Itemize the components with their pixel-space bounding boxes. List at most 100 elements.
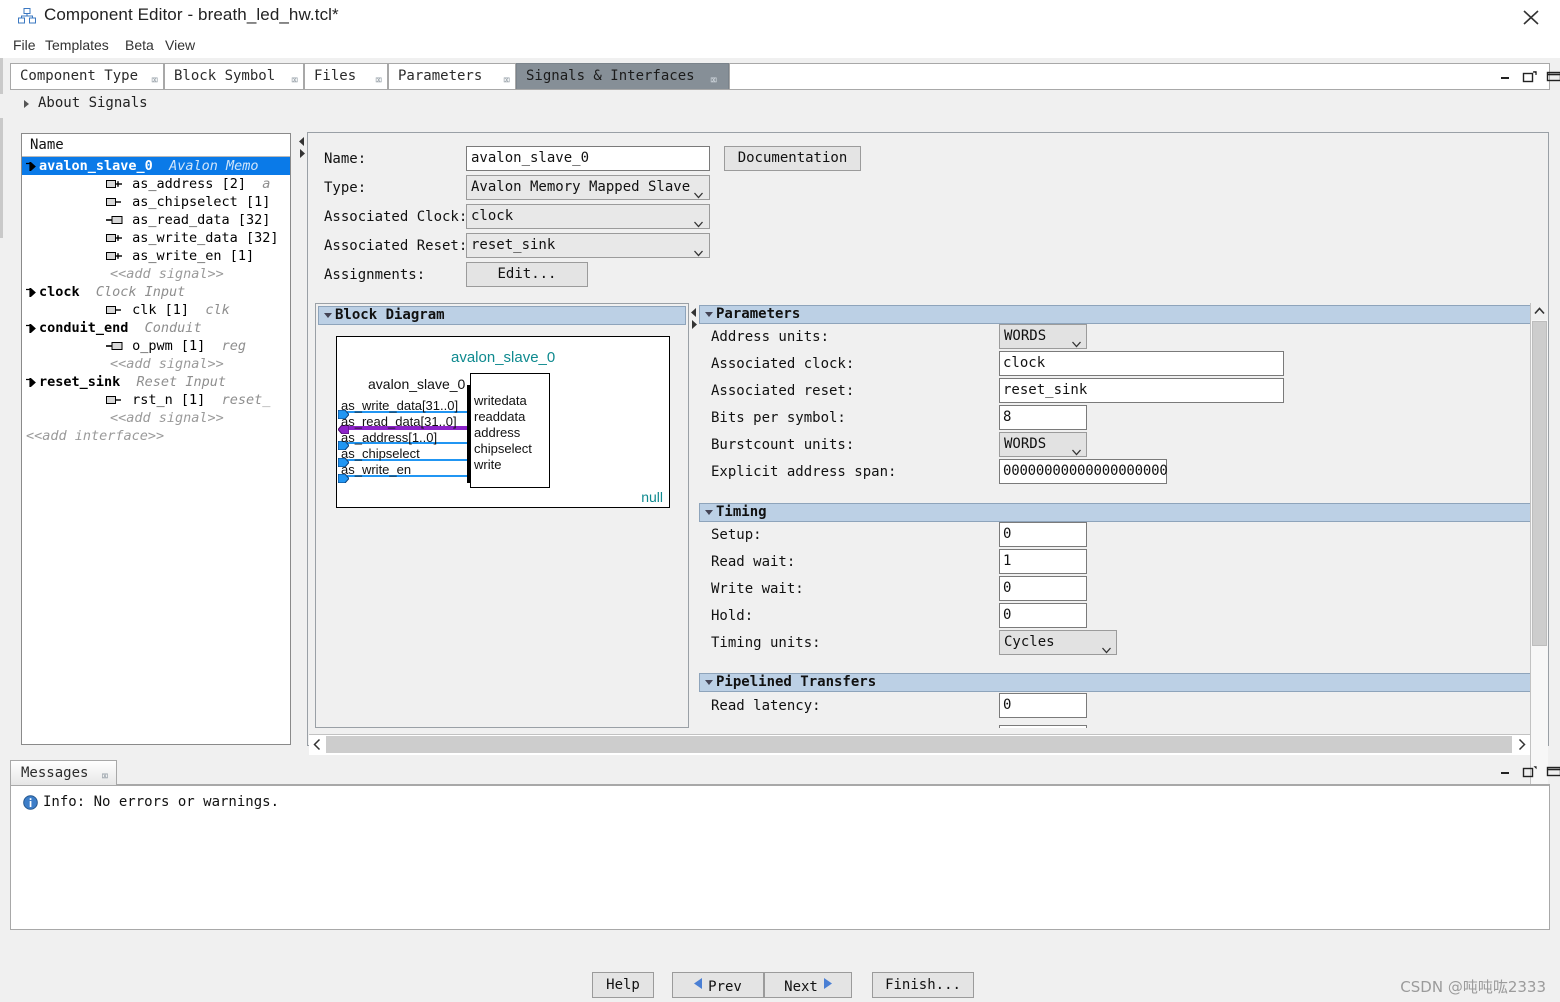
next-button[interactable]: Next [764,972,852,998]
address-units-select[interactable]: WORDS [999,324,1087,349]
tree-item-type: Avalon Memo [169,158,259,174]
pin-label-chipselect: as_chipselect [341,446,420,461]
splitter-arrow-right-icon[interactable] [299,146,305,161]
collapse-arrow-icon[interactable] [26,374,37,389]
close-icon[interactable] [1518,6,1544,28]
parameters-section-header[interactable]: Parameters [699,305,1537,324]
read-latency-input[interactable]: 0 [999,693,1087,718]
tree-item-add-signal[interactable]: <<add signal>> [22,409,290,427]
scroll-thumb[interactable] [1532,321,1547,646]
chevron-down-icon [694,213,703,228]
pin-label-write-en: as_write_en [341,462,412,477]
timing-title: Timing [716,504,767,520]
hold-input[interactable]: 0 [999,603,1087,628]
tab-files[interactable]: Files ⌧ [304,63,388,89]
write-wait-input[interactable]: 0 [999,576,1087,601]
collapse-triangle-icon[interactable] [324,313,332,318]
documentation-button[interactable]: Documentation [724,146,861,171]
timing-units-value: Cycles [1004,634,1055,650]
param-associated-clock-input[interactable]: clock [999,351,1284,376]
tree-item-rst-n[interactable]: rst_n [1] reset_ [22,391,290,409]
vertical-splitter[interactable] [297,132,306,746]
expand-arrow-icon[interactable] [24,100,29,108]
read-wait-input[interactable]: 1 [999,549,1087,574]
menu-file[interactable]: File [8,35,41,55]
explicit-address-span-input[interactable]: 00000000000000000000 [999,459,1168,484]
tree-item-add-signal[interactable]: <<add signal>> [22,355,290,373]
messages-body[interactable]: Info: No errors or warnings. [10,785,1550,930]
next-field-clipped[interactable] [999,725,1087,728]
tree-item-clk[interactable]: clk [1] clk [22,301,290,319]
scroll-up-arrow-icon[interactable] [1531,303,1548,320]
tree-header: Name [22,134,290,157]
tab-block-symbol[interactable]: Block Symbol ⌧ [164,63,304,89]
name-input[interactable]: avalon_slave_0 [466,146,710,171]
collapse-arrow-icon[interactable] [26,320,37,335]
tree-item-width: [2] [221,176,246,192]
minimize-icon[interactable] [1498,764,1514,778]
tab-messages[interactable]: Messages ⌧ [10,760,118,785]
pipelined-section-header[interactable]: Pipelined Transfers [699,673,1537,692]
setup-input[interactable]: 0 [999,522,1087,547]
tree-item-clock[interactable]: clock Clock Input [22,283,290,301]
tree-item-width: [1] [245,194,271,210]
horizontal-scroll-thumb[interactable] [326,736,1512,753]
scroll-right-arrow-icon[interactable] [1513,736,1530,753]
tree-item-label: as_write_data [132,230,238,246]
tree-item-avalon-slave-0[interactable]: avalon_slave_0 Avalon Memo [22,157,290,175]
param-associated-reset-input[interactable]: reset_sink [999,378,1284,403]
type-select[interactable]: Avalon Memory Mapped Slave [466,175,710,200]
param-bits-per-symbol-input[interactable]: 8 [999,405,1087,430]
restore-icon[interactable] [1522,764,1538,778]
assignments-edit-button[interactable]: Edit... [466,262,588,287]
prev-button[interactable]: Prev [672,972,764,998]
horizontal-scrollbar[interactable] [309,734,1530,755]
maximize-icon[interactable] [1546,69,1560,83]
minimize-icon[interactable] [1498,69,1514,83]
collapse-triangle-icon[interactable] [705,510,713,515]
add-interface-label: <<add interface>> [26,428,165,444]
tree-item-add-signal[interactable]: <<add signal>> [22,265,290,283]
tab-signals-and-interfaces[interactable]: Signals & Interfaces ⌧ [516,63,729,89]
tree-item-add-interface[interactable]: <<add interface>> [22,427,290,445]
tree-body[interactable]: avalon_slave_0 Avalon Memo as_address [2… [22,157,290,744]
block-diagram-canvas[interactable]: avalon_slave_0 avalon_slave_0 as_write_d… [336,336,670,508]
tree-item-conduit-end[interactable]: conduit_end Conduit [22,319,290,337]
block-diagram-header[interactable]: Block Diagram [318,306,686,325]
menu-templates[interactable]: Templates [40,35,114,55]
tab-component-type[interactable]: Component Type ⌧ [10,63,164,89]
collapse-triangle-icon[interactable] [705,312,713,317]
tree-item-width: [1] [229,248,255,264]
tree-item-label: clk [132,302,157,318]
about-signals-bar[interactable]: About Signals [10,90,1550,119]
collapse-arrow-icon[interactable] [26,284,37,299]
restore-icon[interactable] [1522,69,1538,83]
finish-button[interactable]: Finish... [872,972,974,998]
tree-item-as-write-en[interactable]: as_write_en [1] [22,247,290,265]
tree-item-as-read-data[interactable]: as_read_data [32] [22,211,290,229]
messages-line: Info: No errors or warnings. [43,794,280,810]
timing-units-select[interactable]: Cycles [999,630,1117,655]
scroll-left-arrow-icon[interactable] [309,736,326,753]
pin-label-write-data: as_write_data[31..0] [341,398,459,413]
timing-section-header[interactable]: Timing [699,503,1537,522]
tab-parameters[interactable]: Parameters ⌧ [388,63,516,89]
associated-clock-select[interactable]: clock [466,204,710,229]
horizontal-splitter[interactable] [689,303,699,728]
tree-item-as-address[interactable]: as_address [2] a [22,175,290,193]
tree-item-o-pwm[interactable]: o_pwm [1] reg [22,337,290,355]
window-title: Component Editor - breath_led_hw.tcl* [44,5,339,24]
tree-item-as-chipselect[interactable]: as_chipselect [1] [22,193,290,211]
maximize-icon[interactable] [1546,764,1560,778]
menu-view[interactable]: View [160,35,200,55]
associated-reset-select[interactable]: reset_sink [466,233,710,258]
burstcount-units-select[interactable]: WORDS [999,432,1087,457]
tree-item-role: reset_ [221,392,271,408]
tree-item-as-write-data[interactable]: as_write_data [32] [22,229,290,247]
tree-item-reset-sink[interactable]: reset_sink Reset Input [22,373,290,391]
menu-beta[interactable]: Beta [120,35,159,55]
help-button[interactable]: Help [592,972,654,998]
splitter-arrow-down-icon[interactable] [691,317,697,332]
collapse-triangle-icon[interactable] [705,680,713,685]
collapse-arrow-icon[interactable] [26,158,37,173]
